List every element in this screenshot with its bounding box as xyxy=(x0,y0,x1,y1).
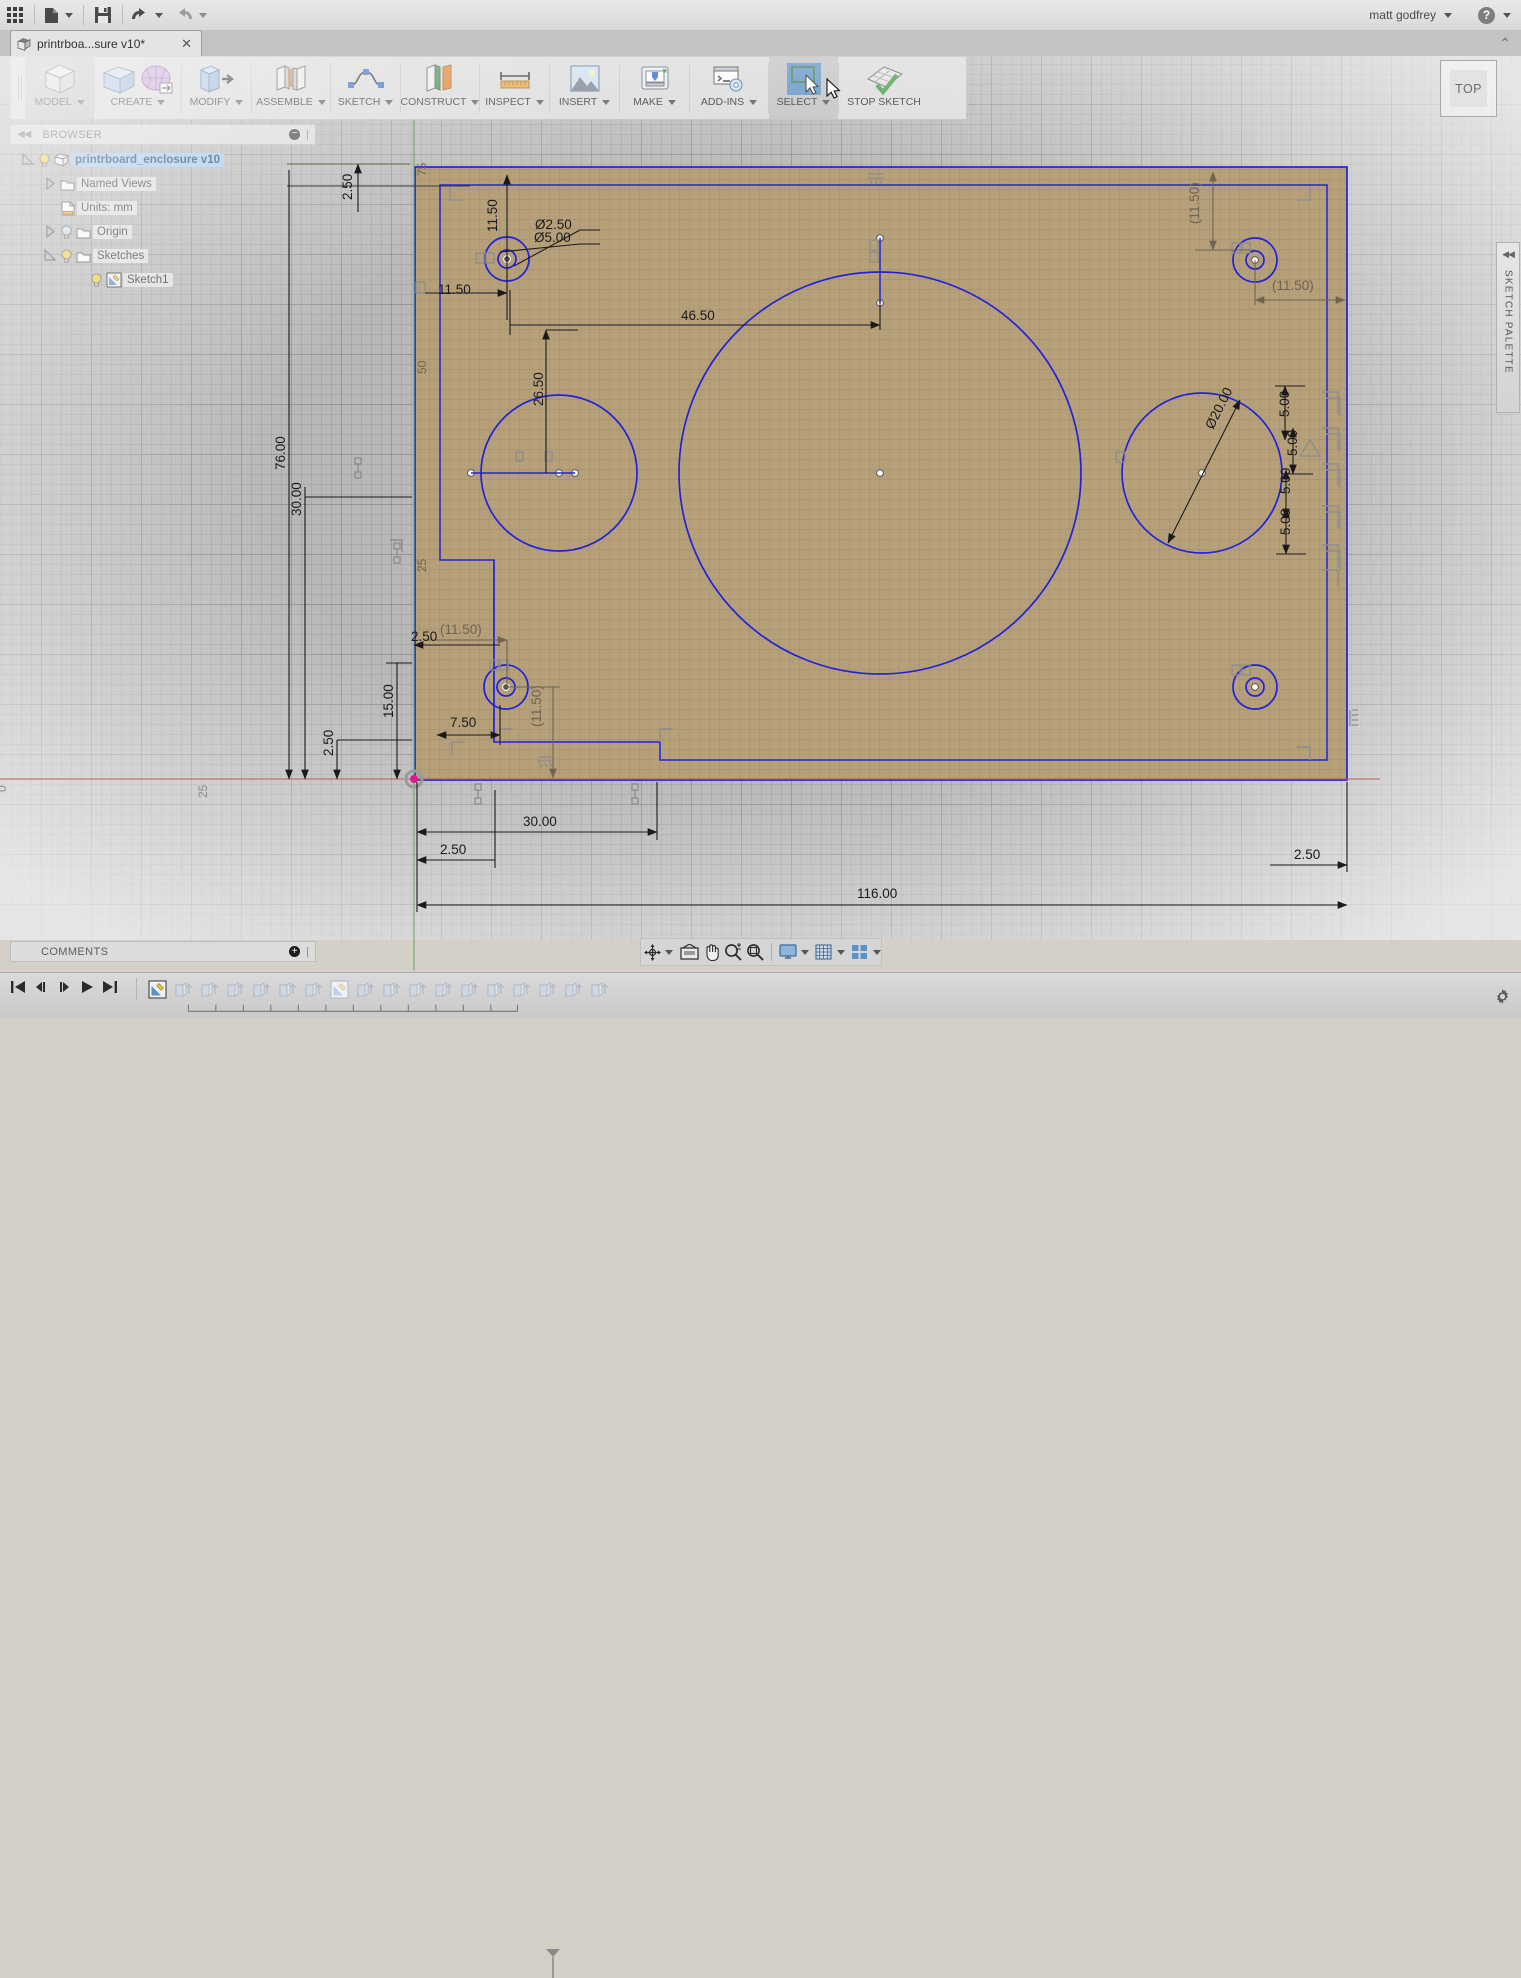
svg-text:11.50: 11.50 xyxy=(485,199,500,232)
svg-text:(11.50): (11.50) xyxy=(1187,182,1202,224)
svg-text:11.50: 11.50 xyxy=(438,282,471,297)
svg-text:30.00: 30.00 xyxy=(289,482,304,516)
pan-hand-icon[interactable] xyxy=(700,940,722,964)
svg-text:2.50: 2.50 xyxy=(340,174,355,200)
svg-text:25: 25 xyxy=(196,784,210,798)
svg-text:2.50: 2.50 xyxy=(440,842,466,857)
collapse-left-icon[interactable]: ◀◀ xyxy=(1502,249,1514,260)
svg-text:50: 50 xyxy=(415,360,429,374)
svg-text:5.00: 5.00 xyxy=(1277,391,1292,417)
zoom-icon[interactable] xyxy=(722,940,744,964)
grid-coordinate-labels: 75 50 25 0 25 xyxy=(0,162,429,798)
svg-text:30.00: 30.00 xyxy=(523,814,557,829)
comments-panel-header: COMMENTS + | xyxy=(10,941,316,962)
svg-text:25: 25 xyxy=(415,558,429,572)
comments-grip-icon[interactable]: | xyxy=(306,946,309,958)
orbit-caret-icon[interactable] xyxy=(665,950,673,955)
svg-text:Ø5.00: Ø5.00 xyxy=(534,230,571,245)
mouse-cursor xyxy=(827,79,839,98)
navigation-bar xyxy=(640,938,882,966)
svg-text:5.00: 5.00 xyxy=(1278,468,1293,494)
svg-text:26.50: 26.50 xyxy=(531,372,546,406)
svg-text:2.50: 2.50 xyxy=(321,730,336,756)
svg-text:116.00: 116.00 xyxy=(857,886,897,901)
zoom-window-icon[interactable] xyxy=(744,940,766,964)
viewports-caret-icon[interactable] xyxy=(873,950,881,955)
sketch-palette-label: SKETCH PALETTE xyxy=(1503,270,1514,374)
display-settings-icon[interactable] xyxy=(777,940,799,964)
settings-gear-icon[interactable] xyxy=(1494,988,1511,1010)
add-comment-icon[interactable]: + xyxy=(289,946,300,957)
sketch-palette-tab[interactable]: ◀◀ SKETCH PALETTE xyxy=(1496,242,1520,413)
timeline-marker[interactable] xyxy=(543,1948,563,1978)
svg-text:5.00: 5.00 xyxy=(1278,509,1293,535)
fusion360-window: matt godfrey ? printrboa...sure v10* ✕ ⌃ xyxy=(0,0,1521,1017)
svg-text:76.00: 76.00 xyxy=(273,436,288,470)
look-at-icon[interactable] xyxy=(678,940,700,964)
svg-text:(11.50): (11.50) xyxy=(440,622,482,637)
svg-text:(11.50): (11.50) xyxy=(1272,278,1314,293)
orbit-icon[interactable] xyxy=(641,940,663,964)
grid-snaps-icon[interactable] xyxy=(813,940,835,964)
svg-text:(11.50): (11.50) xyxy=(529,685,544,727)
svg-text:7.50: 7.50 xyxy=(450,715,476,730)
svg-text:2.50: 2.50 xyxy=(1294,847,1320,862)
navbar-divider xyxy=(771,943,772,961)
view-cube[interactable]: TOP xyxy=(1440,60,1497,117)
svg-text:46.50: 46.50 xyxy=(681,308,715,323)
svg-text:5.00: 5.00 xyxy=(1285,430,1300,456)
svg-text:2.50: 2.50 xyxy=(411,629,437,644)
svg-text:75: 75 xyxy=(415,162,429,176)
grid-snaps-caret-icon[interactable] xyxy=(837,950,845,955)
view-cube-face-label[interactable]: TOP xyxy=(1450,70,1487,107)
svg-text:15.00: 15.00 xyxy=(381,684,396,718)
display-settings-caret-icon[interactable] xyxy=(801,950,809,955)
viewports-icon[interactable] xyxy=(849,940,871,964)
svg-text:0: 0 xyxy=(0,785,9,792)
comments-title: COMMENTS xyxy=(41,946,108,958)
sketch-drawing: 75 50 25 0 25 xyxy=(0,0,1521,1017)
